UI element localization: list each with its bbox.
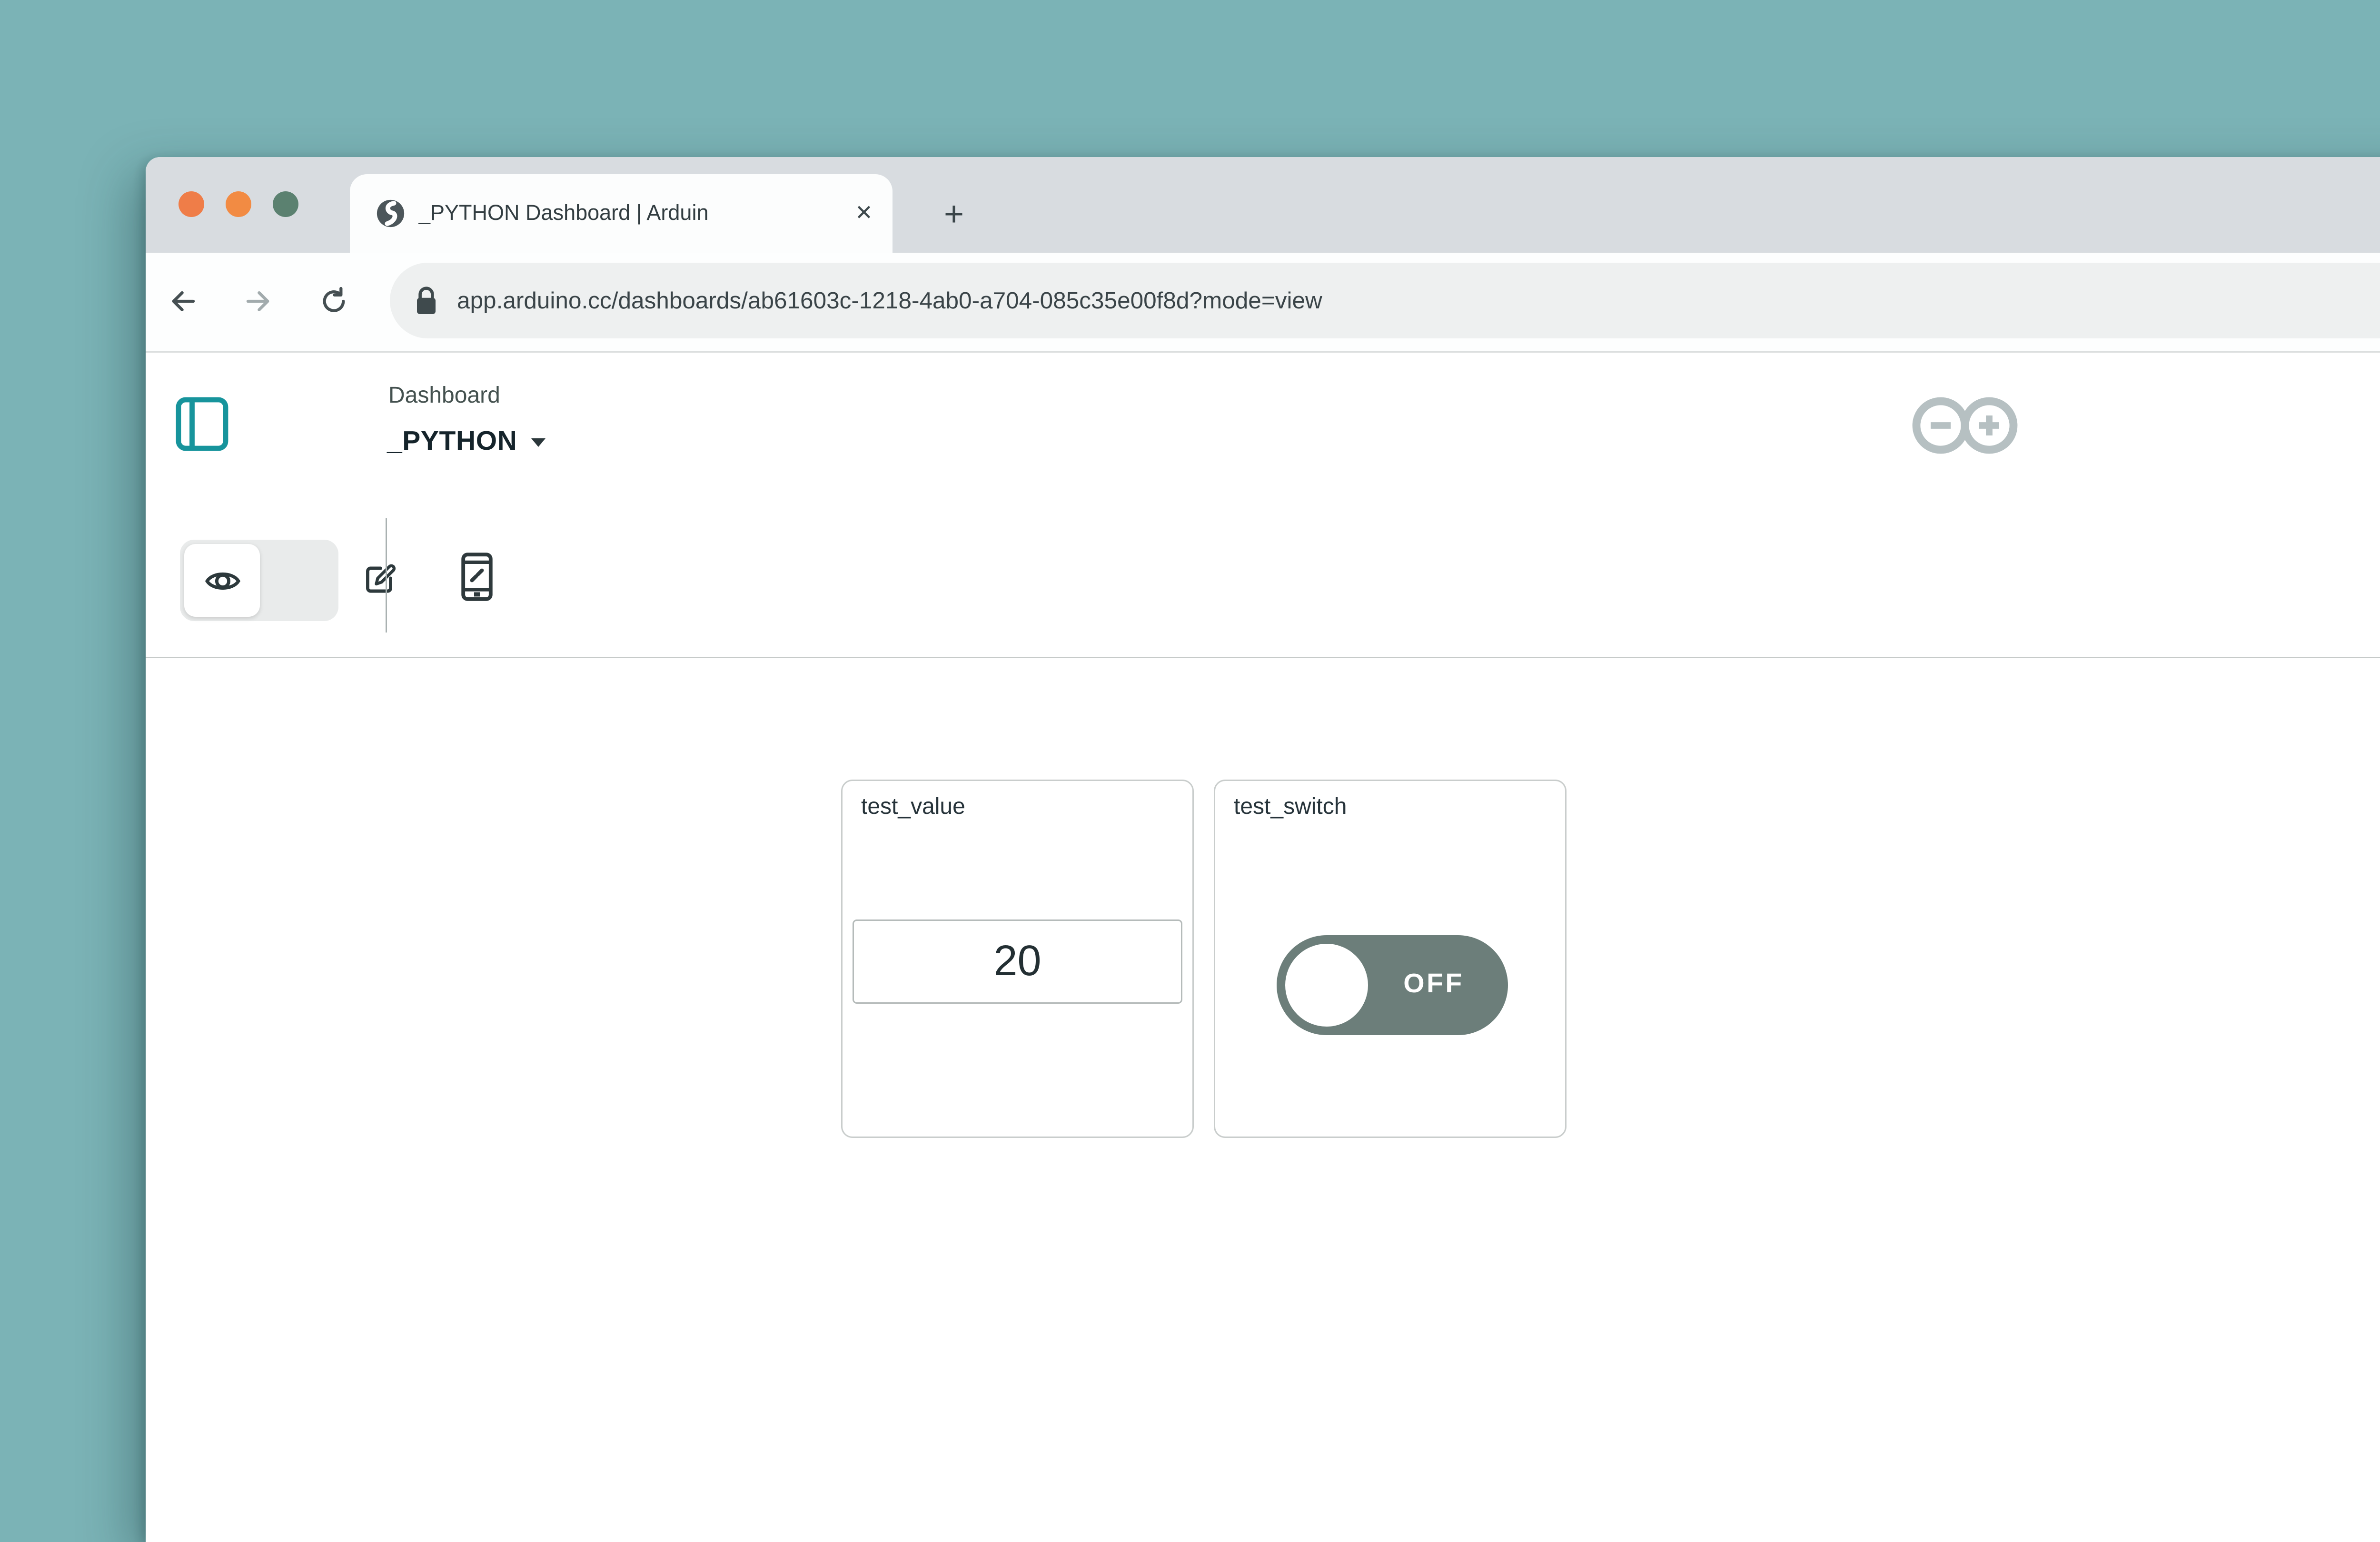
new-tab-button[interactable]: +: [934, 196, 974, 236]
forward-icon[interactable]: [243, 286, 274, 317]
tab-title: _PYTHON Dashboard | Arduin: [418, 174, 847, 253]
browser-tab-active[interactable]: _PYTHON Dashboard | Arduin ✕: [350, 174, 892, 253]
toolbar-divider: [386, 518, 387, 633]
dashboard-name-dropdown[interactable]: _PYTHON: [387, 427, 545, 458]
arduino-infinity-logo: [1912, 393, 2018, 458]
url-text: app.arduino.cc/dashboards/ab61603c-1218-…: [457, 263, 1322, 338]
window-minimize-button[interactable]: [226, 191, 251, 217]
back-icon[interactable]: [167, 286, 198, 317]
browser-window: _PYTHON Dashboard | Arduin ✕ +: [146, 157, 2380, 1542]
edit-mode-button[interactable]: [260, 540, 338, 621]
screen: _PYTHON Dashboard | Arduin ✕ +: [0, 0, 2380, 1542]
browser-tabstrip: _PYTHON Dashboard | Arduin ✕ +: [146, 157, 2380, 253]
browser-toolbar: app.arduino.cc/dashboards/ab61603c-1218-…: [146, 253, 2380, 353]
content-divider: [146, 657, 2380, 659]
mode-segmented-control: [180, 540, 338, 621]
toggle-switch[interactable]: OFF: [1277, 935, 1508, 1035]
edit-pencil-icon: [363, 563, 397, 597]
window-close-button[interactable]: [178, 191, 204, 217]
switch-state-label: OFF: [1368, 935, 1499, 1035]
tab-close-icon[interactable]: ✕: [845, 174, 883, 253]
value-text: 20: [993, 938, 1041, 986]
view-mode-button[interactable]: [184, 544, 260, 617]
reload-icon[interactable]: [318, 286, 350, 317]
breadcrumb: Dashboard: [388, 384, 500, 410]
value-input[interactable]: 20: [853, 919, 1182, 1004]
window-zoom-button[interactable]: [273, 191, 298, 217]
dashboard-name: _PYTHON: [387, 427, 517, 457]
mobile-preview-button[interactable]: [461, 553, 493, 601]
eye-icon: [204, 565, 241, 597]
widget-card-test-switch: test_switch OFF: [1214, 780, 1567, 1138]
globe-icon: [376, 198, 406, 228]
widget-label: test_switch: [1234, 795, 1347, 821]
lock-icon: [416, 286, 437, 316]
mobile-link-icon: [461, 553, 493, 601]
widget-card-test-value: test_value 20: [841, 780, 1194, 1138]
switch-knob: [1285, 944, 1368, 1027]
chevron-down-icon: [531, 438, 545, 447]
sidebar-toggle-icon[interactable]: [176, 397, 228, 451]
address-bar[interactable]: app.arduino.cc/dashboards/ab61603c-1218-…: [390, 263, 2380, 338]
widget-label: test_value: [861, 795, 965, 821]
arduino-cloud-page: Dashboard _PYTHON: [146, 353, 2380, 1542]
